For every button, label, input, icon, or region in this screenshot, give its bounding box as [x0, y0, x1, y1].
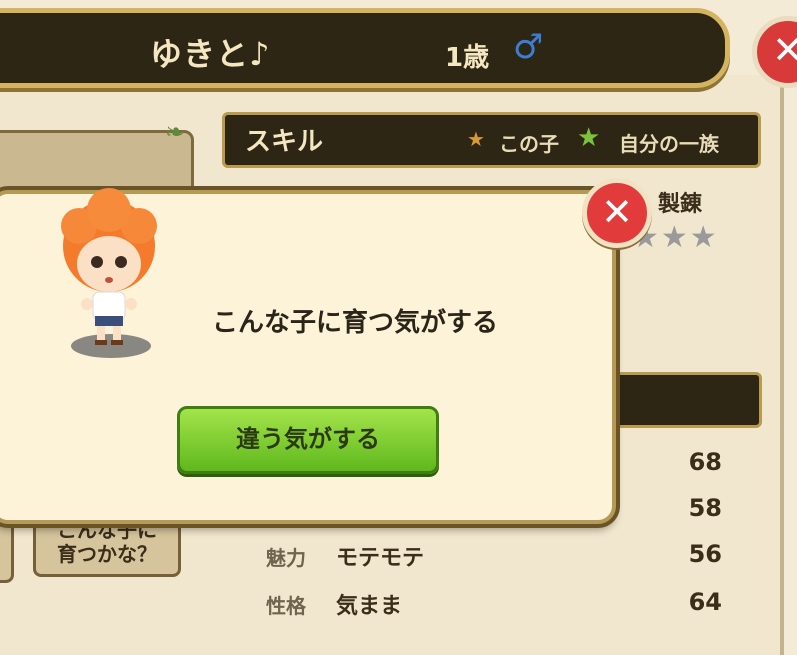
stat-number: 58 — [688, 494, 722, 522]
close-icon: ✕ — [601, 190, 633, 234]
dialog-message: こんな子に育つ気がする — [212, 308, 499, 338]
stat-label: 性格 — [266, 594, 306, 618]
star-icon: ★ — [577, 123, 601, 153]
stat-row: 性格 気まま 64 — [262, 586, 732, 626]
leaf-icon: ❧ — [165, 118, 186, 146]
character-age: 1歳 — [445, 43, 490, 73]
stat-value: モテモテ — [336, 546, 425, 571]
stat-number: 64 — [688, 588, 722, 616]
header-bar: ゆきと♪ 1歳 ♂ — [0, 8, 730, 88]
legend-this-child: この子 — [499, 132, 559, 156]
game-screen: ゆきと♪ 1歳 ♂ ✕ ❧ スキル ★ この子 ★ 自分の一族 製錬 ★★★ 6… — [0, 0, 797, 655]
close-icon: ✕ — [772, 28, 797, 72]
skill-header: スキル ★ この子 ★ 自分の一族 — [222, 112, 761, 168]
male-icon: ♂ — [513, 27, 544, 67]
popup-close-button[interactable]: ✕ — [582, 178, 652, 248]
dialog-popup: こんな子に育つ気がする 違う気がする ✕ — [0, 178, 652, 524]
stat-row: 魅力 モテモテ 56 — [262, 538, 732, 578]
skill-title: スキル — [245, 127, 324, 157]
stat-label: 魅力 — [266, 546, 306, 570]
stat-number: 68 — [688, 448, 722, 476]
grow-button-line2: 育つかな？ — [57, 542, 157, 566]
character-name: ゆきと♪ — [150, 35, 271, 73]
disagree-button[interactable]: 違う気がする — [177, 406, 439, 474]
stat-value: 気まま — [336, 594, 403, 619]
skill-label-refining: 製錬 — [658, 192, 703, 217]
stat-number: 56 — [688, 540, 722, 568]
legend-own-clan: 自分の一族 — [619, 132, 719, 156]
star-icon: ★ — [467, 127, 485, 151]
character-avatar — [61, 188, 157, 358]
